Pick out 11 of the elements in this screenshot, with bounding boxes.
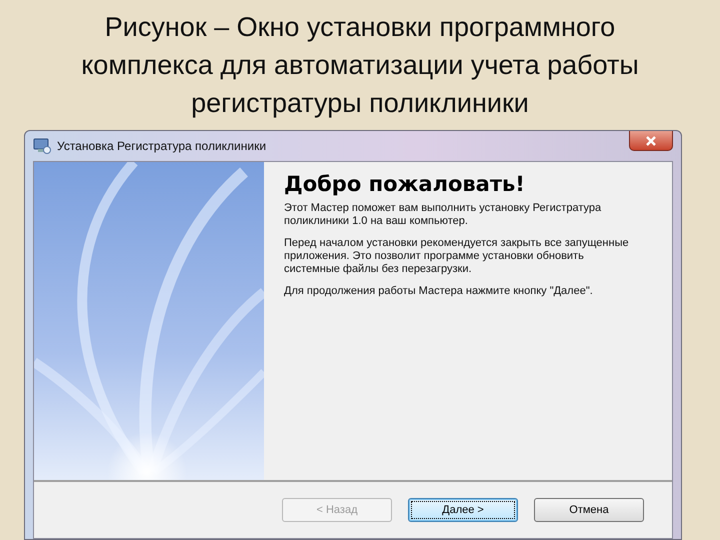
instruction-text: Для продолжения работы Мастера нажмите кнопку "Далее". bbox=[284, 285, 594, 298]
welcome-heading: Добро пожаловать! bbox=[284, 172, 526, 196]
instruction-text: Перед началом установки рекомендуется закрыть все запущенные приложения. Это позволит программе установки обновить системные файлы без перезагрузки. bbox=[284, 237, 630, 276]
wizard-button[interactable]: Далее > bbox=[408, 498, 518, 522]
close-icon bbox=[645, 136, 657, 146]
window-title: Установка Регистратура поликлиники bbox=[57, 139, 266, 153]
wizard-button[interactable]: Отмена bbox=[534, 498, 644, 522]
close-button[interactable] bbox=[629, 131, 673, 151]
monitor-icon bbox=[33, 138, 51, 154]
instruction-text: Этот Мастер поможет вам выполнить установку Регистратура поликлиники 1.0 на ваш компьютер. bbox=[284, 202, 602, 228]
slide-title: Рисунок – Окно установки программного комплекса для автоматизации учета работы регистратуры поликлиники bbox=[80, 11, 640, 120]
